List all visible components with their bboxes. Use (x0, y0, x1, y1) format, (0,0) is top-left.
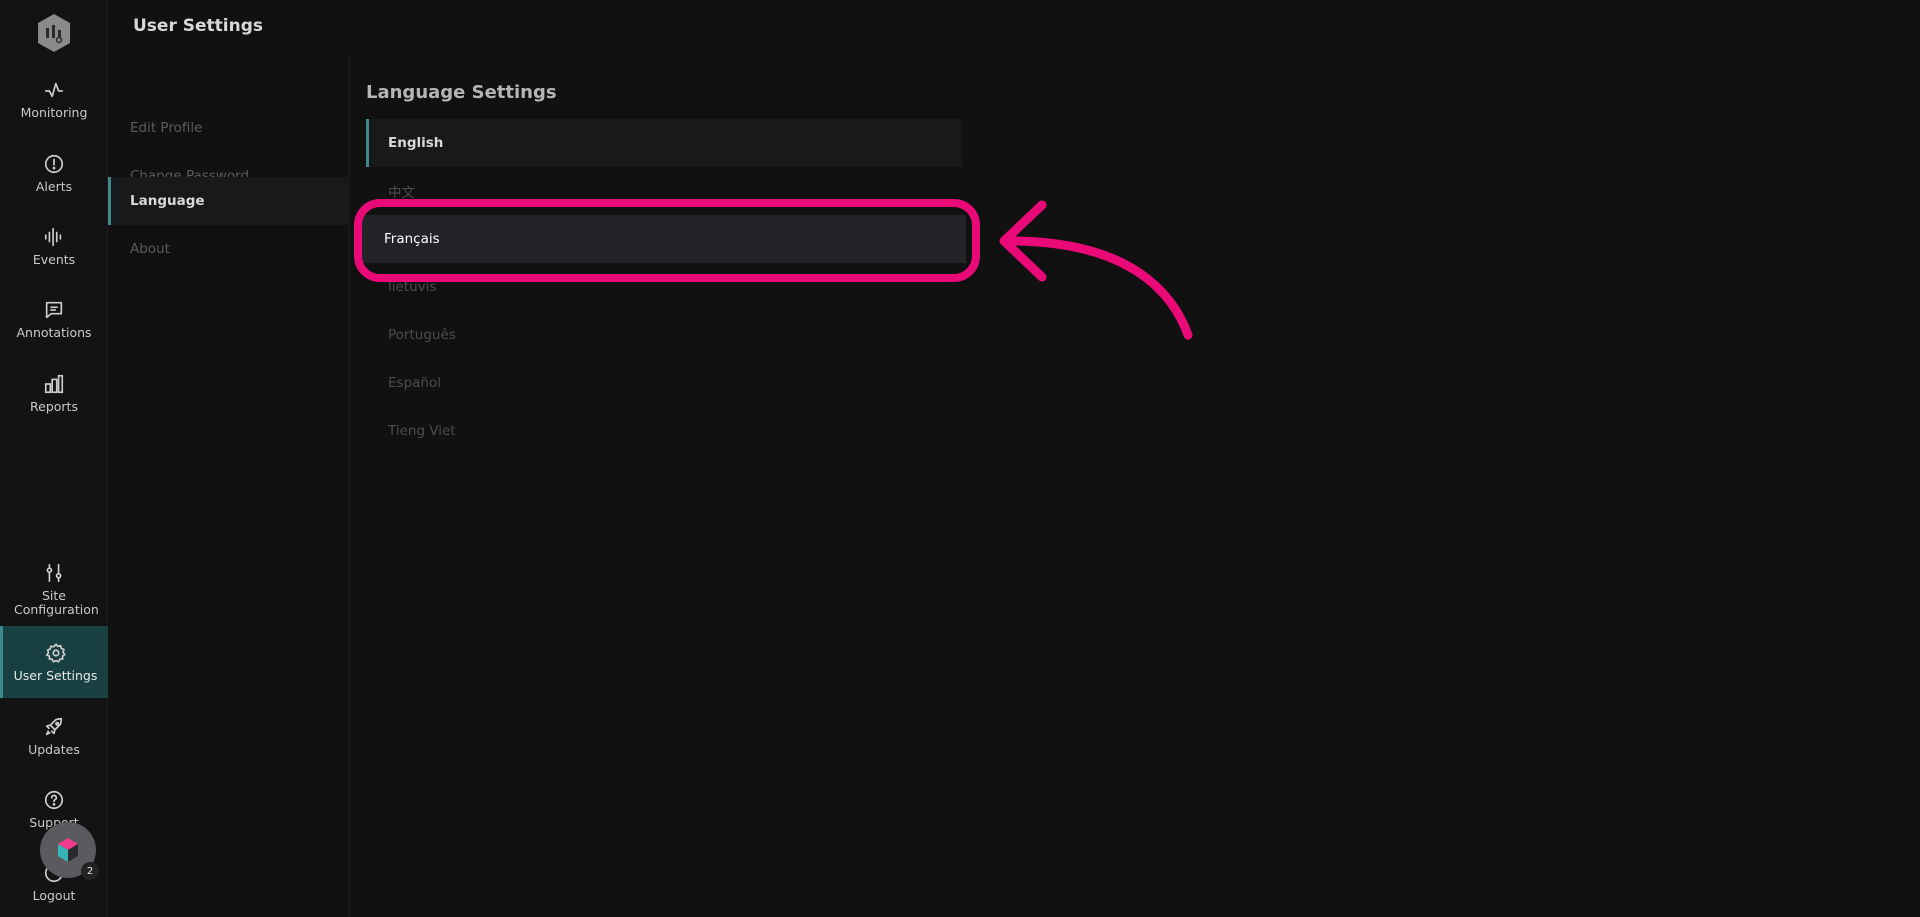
sidebar-item-label: Annotations (16, 324, 92, 340)
submenu-item-edit-profile[interactable]: Edit Profile (108, 104, 350, 152)
language-option-spanish[interactable]: Español (366, 359, 962, 407)
submenu-item-label: About (130, 241, 170, 257)
language-option-label: Português (388, 327, 456, 343)
sidebar-item-reports[interactable]: Reports (0, 357, 108, 429)
sidebar-item-user-settings[interactable]: User Settings (0, 626, 108, 698)
sidebar-item-label: Reports (30, 398, 78, 414)
page-header: User Settings (108, 0, 1920, 56)
sidebar-item-label: Site Configuration (14, 587, 99, 617)
language-option-label: lietuvis (388, 279, 437, 295)
settings-submenu: Edit Profile Change Password Language Ab… (108, 56, 350, 917)
language-option-vietnamese[interactable]: Tieng Viet (366, 407, 962, 455)
language-option-lithuanian[interactable]: lietuvis (366, 263, 962, 311)
sidebar-item-label: Alerts (35, 178, 73, 194)
sliders-icon (46, 563, 62, 582)
sidebar-item-monitoring[interactable]: Monitoring (0, 63, 108, 135)
message-square-icon (45, 301, 63, 318)
app-root: Monitoring Alerts Events Annotations Rep… (0, 0, 1920, 917)
language-option-label: Tieng Viet (388, 423, 456, 439)
language-option-chinese[interactable]: 中文 (366, 167, 962, 215)
main-sidebar: Monitoring Alerts Events Annotations Rep… (0, 0, 108, 917)
language-option-portuguese[interactable]: Português (366, 311, 962, 359)
language-settings-title: Language Settings (366, 82, 557, 103)
language-option-french[interactable]: Français (362, 215, 966, 263)
help-widget-button[interactable]: 2 (40, 822, 99, 880)
language-option-label: Français (384, 231, 440, 247)
waveform-icon (44, 227, 62, 246)
alert-circle-icon (44, 154, 64, 173)
language-option-label: Español (388, 375, 441, 391)
sidebar-item-annotations[interactable]: Annotations (0, 283, 108, 355)
sidebar-item-label: Monitoring (20, 104, 88, 120)
language-option-label: English (388, 135, 444, 151)
language-option-english[interactable]: English (366, 119, 962, 167)
rocket-icon (45, 717, 63, 735)
sidebar-item-label: Updates (28, 741, 80, 757)
submenu-item-about[interactable]: About (108, 225, 350, 273)
pointer-arrow-icon (999, 200, 1193, 340)
submenu-item-label: Edit Profile (130, 120, 203, 136)
gear-icon (45, 642, 66, 663)
sidebar-item-site-configuration[interactable]: Site Configuration (0, 550, 108, 628)
sidebar-item-events[interactable]: Events (0, 210, 108, 282)
sidebar-item-alerts[interactable]: Alerts (0, 137, 108, 209)
sidebar-item-label: User Settings (13, 667, 98, 683)
sidebar-item-label: Events (32, 251, 76, 267)
submenu-item-label: Language (130, 193, 205, 209)
submenu-item-language[interactable]: Language (108, 177, 350, 225)
activity-icon (44, 82, 64, 97)
sidebar-item-updates[interactable]: Updates (0, 700, 108, 772)
notification-count-badge: 2 (81, 862, 99, 880)
sidebar-item-label: Logout (32, 887, 76, 903)
bar-chart-icon (44, 374, 64, 393)
app-logo-icon[interactable] (36, 13, 72, 53)
cube-logo-icon (58, 838, 78, 862)
language-option-label: 中文 (388, 185, 415, 201)
page-title: User Settings (133, 16, 263, 36)
help-circle-icon (44, 790, 64, 809)
